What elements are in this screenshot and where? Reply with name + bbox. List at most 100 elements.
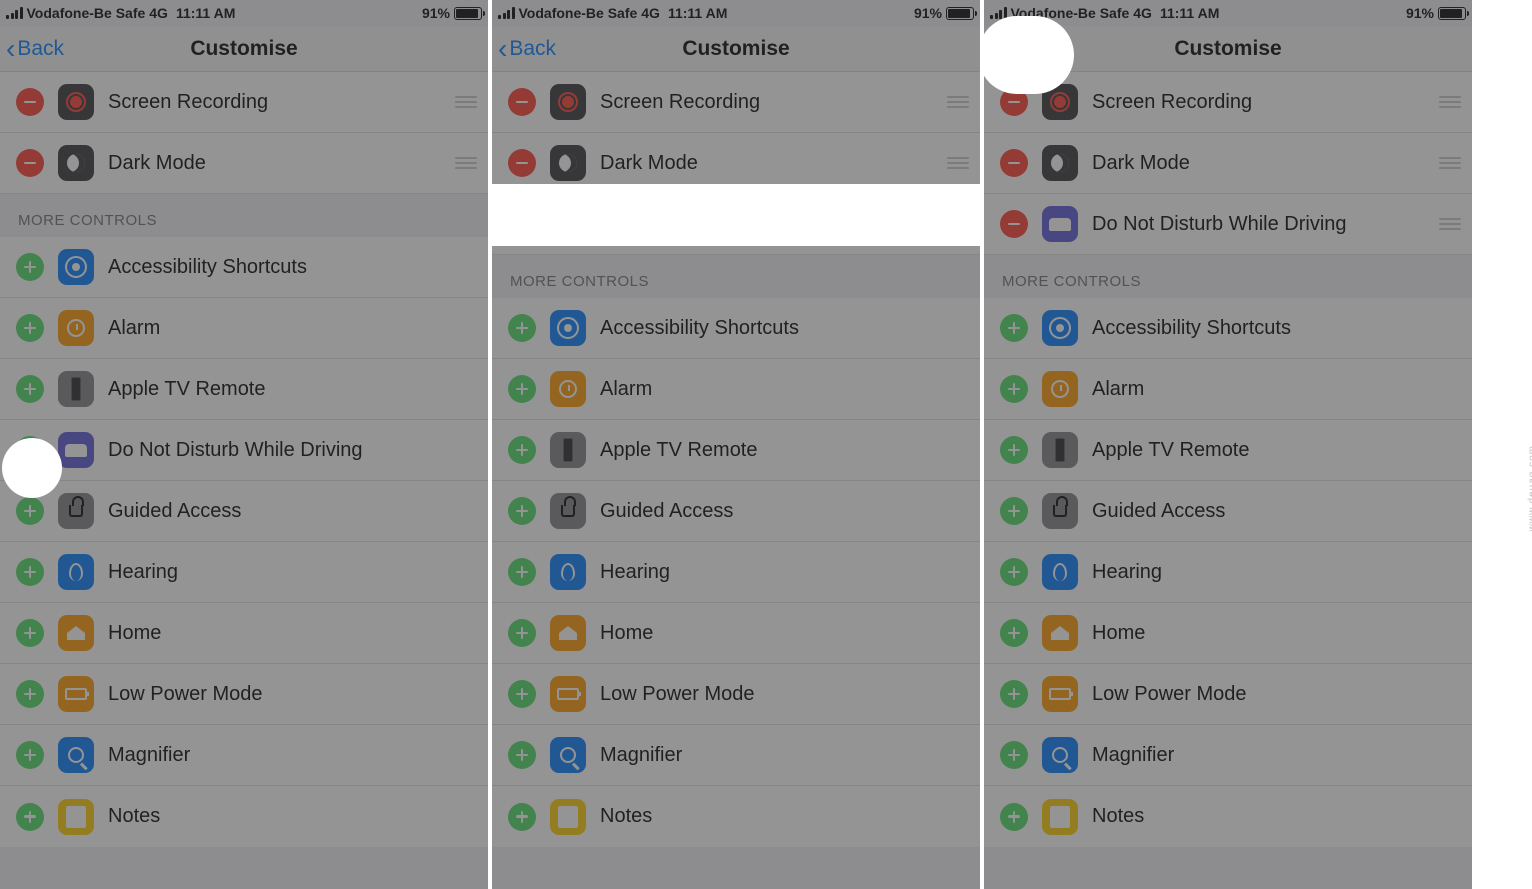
add-icon[interactable] <box>1000 558 1028 586</box>
add-icon[interactable] <box>16 741 44 769</box>
drag-handle-icon[interactable] <box>454 157 478 169</box>
row-low-power[interactable]: Low Power Mode <box>0 664 488 725</box>
add-icon[interactable] <box>1000 497 1028 525</box>
row-home[interactable]: Home <box>0 603 488 664</box>
battery-percent: 91% <box>422 5 450 21</box>
row-apple-tv[interactable]: Apple TV Remote <box>984 420 1472 481</box>
add-icon[interactable] <box>16 497 44 525</box>
back-button[interactable]: ‹ Back <box>6 26 64 71</box>
remove-icon[interactable] <box>16 149 44 177</box>
back-button[interactable]: ‹ Back <box>990 26 1048 71</box>
add-icon[interactable] <box>508 558 536 586</box>
add-icon[interactable] <box>508 619 536 647</box>
row-magnifier[interactable]: Magnifier <box>984 725 1472 786</box>
apple-tv-remote-icon <box>550 432 586 468</box>
row-label: Alarm <box>108 317 478 340</box>
row-accessibility[interactable]: Accessibility Shortcuts <box>0 237 488 298</box>
row-home[interactable]: Home <box>984 603 1472 664</box>
row-accessibility[interactable]: Accessibility Shortcuts <box>984 298 1472 359</box>
lock-icon <box>550 493 586 529</box>
row-dnd-driving[interactable]: Do Not Disturb While Driving <box>492 194 980 255</box>
row-label: Apple TV Remote <box>108 378 478 401</box>
row-alarm[interactable]: Alarm <box>984 359 1472 420</box>
drag-handle-icon[interactable] <box>1438 157 1462 169</box>
row-screen-recording[interactable]: Screen Recording <box>492 72 980 133</box>
row-dnd-driving[interactable]: Do Not Disturb While Driving <box>0 420 488 481</box>
row-guided-access[interactable]: Guided Access <box>984 481 1472 542</box>
row-hearing[interactable]: Hearing <box>492 542 980 603</box>
add-icon[interactable] <box>508 741 536 769</box>
carrier-label: Vodafone-Be Safe <box>519 5 638 21</box>
remove-icon[interactable] <box>16 88 44 116</box>
row-guided-access[interactable]: Guided Access <box>0 481 488 542</box>
row-magnifier[interactable]: Magnifier <box>0 725 488 786</box>
add-icon[interactable] <box>1000 436 1028 464</box>
row-apple-tv[interactable]: Apple TV Remote <box>492 420 980 481</box>
row-dark-mode[interactable]: Dark Mode <box>984 133 1472 194</box>
add-icon[interactable] <box>16 253 44 281</box>
row-label: Guided Access <box>108 500 478 523</box>
add-icon[interactable] <box>1000 619 1028 647</box>
row-notes[interactable]: Notes <box>984 786 1472 847</box>
add-icon[interactable] <box>1000 741 1028 769</box>
add-icon[interactable] <box>508 436 536 464</box>
drag-handle-icon[interactable] <box>946 218 970 230</box>
add-icon[interactable] <box>16 803 44 831</box>
panel-2: Vodafone-Be Safe 4G 11:11 AM 91% ‹ Back … <box>492 0 980 889</box>
row-guided-access[interactable]: Guided Access <box>492 481 980 542</box>
add-icon[interactable] <box>508 314 536 342</box>
remove-icon[interactable] <box>1000 88 1028 116</box>
add-icon[interactable] <box>16 558 44 586</box>
status-bar: Vodafone-Be Safe 4G 11:11 AM 91% <box>492 0 980 26</box>
accessibility-icon <box>550 310 586 346</box>
add-icon[interactable] <box>16 680 44 708</box>
row-alarm[interactable]: Alarm <box>0 298 488 359</box>
row-hearing[interactable]: Hearing <box>0 542 488 603</box>
drag-handle-icon[interactable] <box>946 96 970 108</box>
row-hearing[interactable]: Hearing <box>984 542 1472 603</box>
add-icon[interactable] <box>1000 375 1028 403</box>
add-icon[interactable] <box>1000 803 1028 831</box>
add-icon[interactable] <box>16 375 44 403</box>
row-alarm[interactable]: Alarm <box>492 359 980 420</box>
row-magnifier[interactable]: Magnifier <box>492 725 980 786</box>
add-icon[interactable] <box>508 375 536 403</box>
add-icon[interactable] <box>16 619 44 647</box>
row-low-power[interactable]: Low Power Mode <box>492 664 980 725</box>
add-icon[interactable] <box>508 803 536 831</box>
row-label: Low Power Mode <box>600 683 970 706</box>
row-screen-recording[interactable]: Screen Recording <box>0 72 488 133</box>
remove-icon[interactable] <box>1000 210 1028 238</box>
add-icon[interactable] <box>508 680 536 708</box>
add-icon[interactable] <box>1000 314 1028 342</box>
back-button[interactable]: ‹ Back <box>498 26 556 71</box>
add-icon[interactable] <box>16 436 44 464</box>
row-accessibility[interactable]: Accessibility Shortcuts <box>492 298 980 359</box>
row-dark-mode[interactable]: Dark Mode <box>0 133 488 194</box>
row-low-power[interactable]: Low Power Mode <box>984 664 1472 725</box>
chevron-left-icon: ‹ <box>498 35 507 63</box>
row-dark-mode[interactable]: Dark Mode <box>492 133 980 194</box>
remove-icon[interactable] <box>1000 149 1028 177</box>
add-icon[interactable] <box>1000 680 1028 708</box>
row-home[interactable]: Home <box>492 603 980 664</box>
home-icon <box>1042 615 1078 651</box>
add-icon[interactable] <box>508 497 536 525</box>
row-label: Do Not Disturb While Driving <box>1092 213 1424 236</box>
remove-icon[interactable] <box>508 88 536 116</box>
drag-handle-icon[interactable] <box>1438 96 1462 108</box>
add-icon[interactable] <box>16 314 44 342</box>
row-apple-tv[interactable]: Apple TV Remote <box>0 359 488 420</box>
row-notes[interactable]: Notes <box>0 786 488 847</box>
drag-handle-icon[interactable] <box>946 157 970 169</box>
panel-3: Vodafone-Be Safe 4G 11:11 AM 91% ‹ Back … <box>984 0 1472 889</box>
row-dnd-driving[interactable]: Do Not Disturb While Driving <box>984 194 1472 255</box>
drag-handle-icon[interactable] <box>1438 218 1462 230</box>
remove-icon[interactable] <box>508 149 536 177</box>
row-screen-recording[interactable]: Screen Recording <box>984 72 1472 133</box>
alarm-icon <box>1042 371 1078 407</box>
row-label: Dark Mode <box>1092 152 1424 175</box>
remove-icon[interactable] <box>508 210 536 238</box>
drag-handle-icon[interactable] <box>454 96 478 108</box>
row-notes[interactable]: Notes <box>492 786 980 847</box>
